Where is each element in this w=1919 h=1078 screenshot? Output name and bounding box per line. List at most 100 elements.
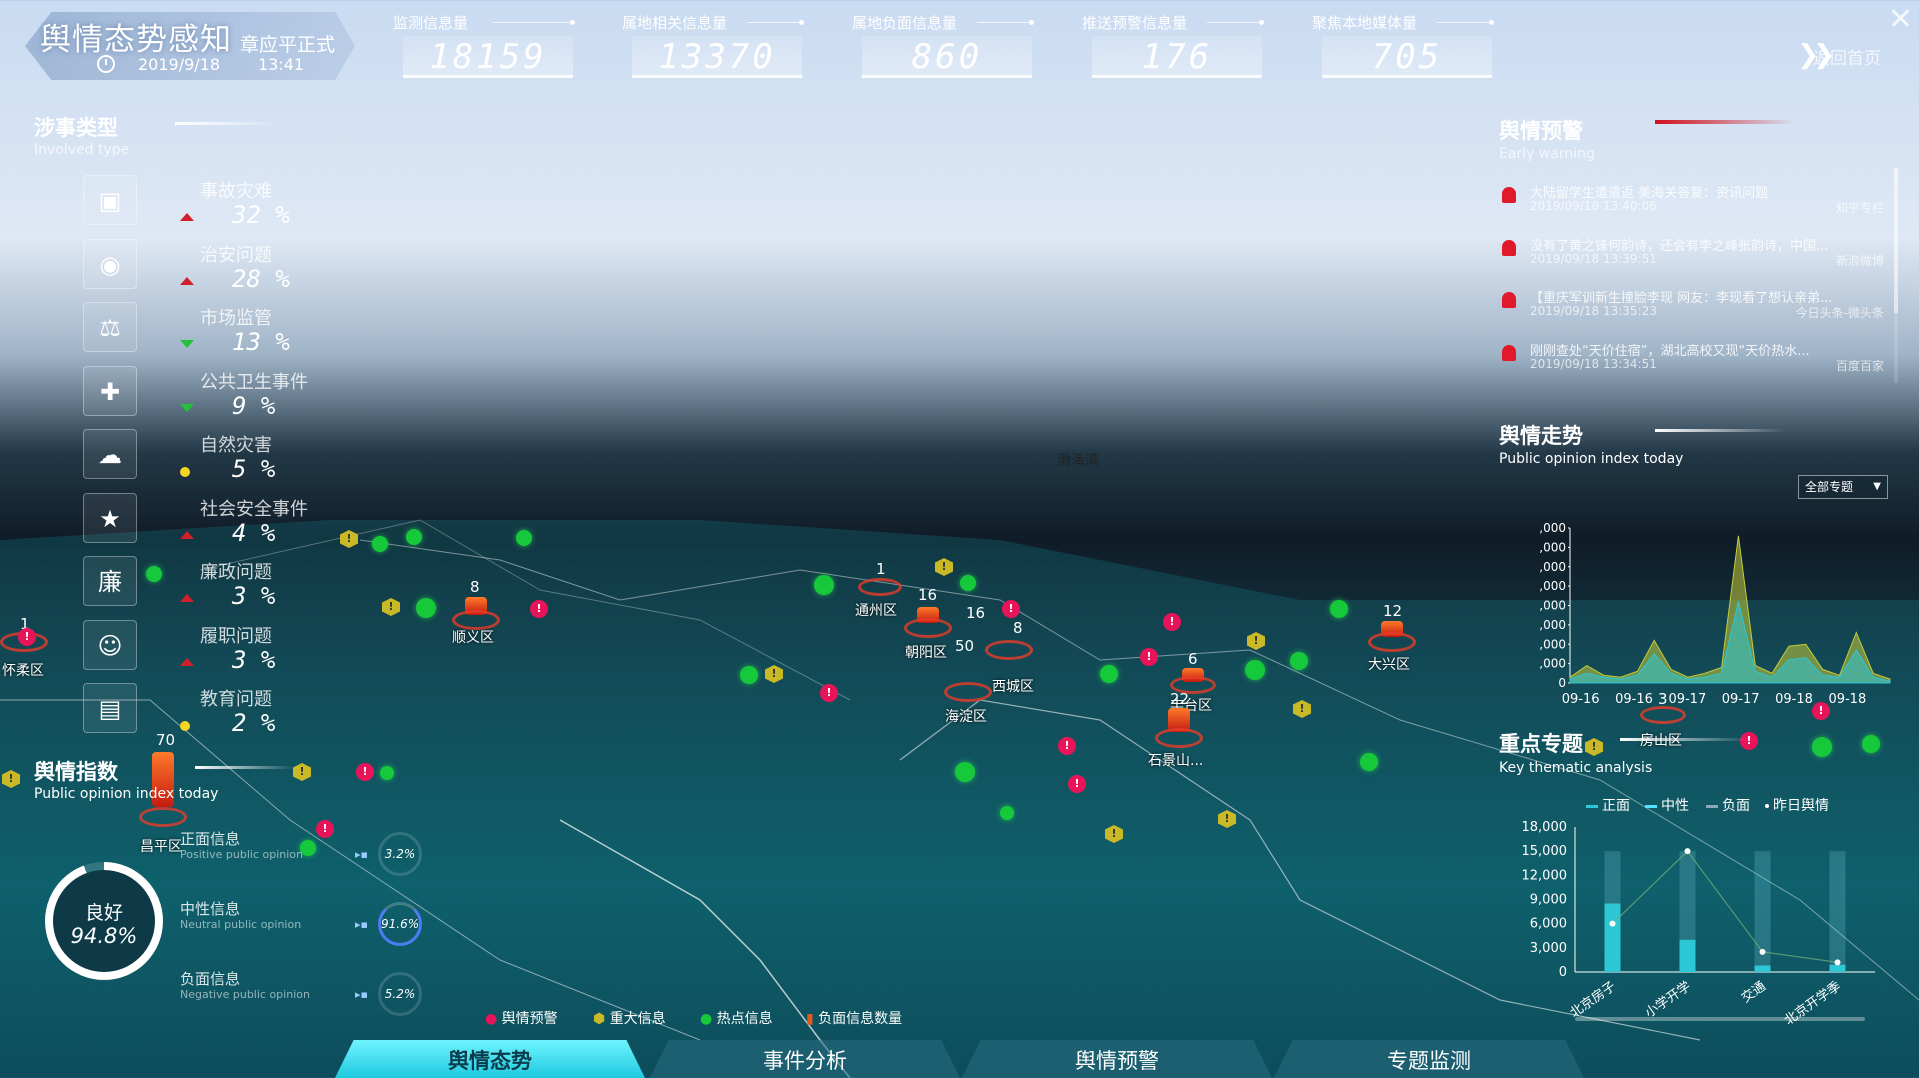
category-label: 小学开学 xyxy=(1642,978,1694,1021)
medical-kit-icon[interactable]: ✚ xyxy=(83,365,137,416)
warning-marker[interactable]: ! xyxy=(1140,648,1158,666)
hot-info-marker[interactable] xyxy=(1000,806,1014,820)
warning-scrollbar[interactable] xyxy=(1894,168,1898,383)
district-count: 22 xyxy=(1170,690,1190,708)
opinion-index-title: 舆情指数 xyxy=(34,760,118,784)
warning-item-source: 百度百家 xyxy=(1835,359,1884,373)
district-label[interactable]: 西城区 xyxy=(992,676,1034,696)
district-label[interactable]: 通州区 xyxy=(855,600,897,620)
storm-cloud-icon[interactable]: ☁ xyxy=(83,429,137,479)
tab-early-warning[interactable]: 舆情预警 xyxy=(962,1040,1272,1078)
y-tick-label: 8,000 xyxy=(1540,521,1566,535)
warning-marker[interactable]: ! xyxy=(356,763,374,781)
district-label[interactable]: 海淀区 xyxy=(945,706,987,726)
y-tick-label: 2,000 xyxy=(1540,637,1566,651)
legend-label: 负面信息数量 xyxy=(818,1011,903,1027)
trend-flat-icon xyxy=(180,467,190,477)
topic-select[interactable]: 全部专题 ▼ xyxy=(1798,475,1888,499)
hot-info-marker[interactable] xyxy=(814,575,834,595)
hot-info-marker[interactable] xyxy=(146,566,162,582)
alarm-bell-icon xyxy=(1502,240,1516,256)
involved-type-name: 市场监管 xyxy=(200,308,272,329)
y-tick-label: 5,000 xyxy=(1540,579,1566,593)
district-count: 12 xyxy=(1383,602,1403,620)
district-ring xyxy=(1155,728,1203,748)
key-topics-title: 重点专题 xyxy=(1499,732,1583,756)
warning-marker[interactable]: ! xyxy=(1058,737,1076,755)
negative-info-sub: Negative public opinion xyxy=(180,988,310,1001)
district-count: 8 xyxy=(470,578,480,596)
hot-info-marker[interactable] xyxy=(1290,652,1308,670)
scale-icon[interactable]: ⚖ xyxy=(83,302,137,352)
hot-info-marker[interactable] xyxy=(955,762,975,782)
title-underline xyxy=(1655,429,1785,432)
district-label[interactable]: 大兴区 xyxy=(1368,654,1410,674)
legend-label: 中性 xyxy=(1661,798,1689,814)
bar-positive xyxy=(1679,939,1696,972)
involved-type-pct: 9 % xyxy=(232,391,276,420)
legend-neutral: 中性 xyxy=(1645,795,1689,815)
trend-chart: 8,000 7,000 6,000 5,000 4,000 3,000 2,000 1,000… xyxy=(1540,521,1891,707)
district-label[interactable]: 怀柔区 xyxy=(2,660,44,680)
district-label[interactable]: 顺义区 xyxy=(452,627,494,647)
hot-info-marker[interactable] xyxy=(1100,665,1118,683)
y-tick-label: 4,000 xyxy=(1540,599,1566,613)
hot-info-marker[interactable] xyxy=(516,530,532,546)
pointer-icon: ▸▪ xyxy=(355,918,368,931)
legend-negative: 负面 xyxy=(1706,795,1750,815)
hot-info-marker[interactable] xyxy=(416,598,436,618)
hot-info-marker[interactable] xyxy=(1330,600,1348,618)
warning-marker[interactable]: ! xyxy=(1068,775,1086,793)
hot-info-marker[interactable] xyxy=(1812,737,1832,757)
involved-type-name: 公共卫生事件 xyxy=(200,371,308,393)
staff-icon[interactable]: ☺ xyxy=(83,619,137,670)
building-icon[interactable]: ▣ xyxy=(83,175,137,225)
district-ring xyxy=(1368,632,1416,652)
hot-info-marker[interactable] xyxy=(372,536,388,552)
title-underline xyxy=(175,122,280,125)
hot-info-marker[interactable] xyxy=(1360,753,1378,771)
integrity-icon[interactable]: 廉 xyxy=(83,556,137,606)
hot-info-marker[interactable] xyxy=(960,575,976,591)
hot-info-marker[interactable] xyxy=(740,666,758,684)
warning-marker[interactable]: ! xyxy=(1740,732,1758,750)
positive-info-label: 正面信息 xyxy=(180,830,241,848)
district-ring xyxy=(904,618,952,638)
legend-major: ⬢ 重大信息 xyxy=(593,1011,666,1027)
involved-type-name: 自然灾害 xyxy=(200,435,272,456)
hot-info-marker[interactable] xyxy=(1245,660,1265,680)
y-tick-label: 3,000 xyxy=(1530,941,1567,956)
police-cap-icon[interactable]: ◉ xyxy=(83,238,137,289)
district-count: 6 xyxy=(1188,650,1198,668)
negative-info-label: 负面信息 xyxy=(180,970,241,988)
shield-star-icon[interactable]: ★ xyxy=(83,492,137,543)
warning-marker[interactable]: ! xyxy=(820,684,838,702)
hot-info-marker[interactable] xyxy=(1862,735,1880,753)
warning-marker[interactable]: ! xyxy=(1002,600,1020,618)
involved-type-pct: 3 % xyxy=(232,582,276,610)
involved-type-name: 事故灾难 xyxy=(200,181,272,202)
tab-situation[interactable]: 舆情态势 xyxy=(335,1040,645,1078)
warning-marker[interactable]: ! xyxy=(18,628,36,646)
y-tick-label: 3,000 xyxy=(1540,618,1566,632)
warning-item-time: 2019/09/18 13:39:51 xyxy=(1530,252,1657,266)
title-underline xyxy=(195,766,295,769)
warning-marker[interactable]: ! xyxy=(316,820,334,838)
tab-event-analysis[interactable]: 事件分析 xyxy=(650,1040,960,1078)
hot-info-marker[interactable] xyxy=(406,529,422,545)
legend-warning: ● 舆情预警 xyxy=(485,1011,558,1027)
book-icon[interactable]: ▤ xyxy=(83,683,137,733)
legend-label: 正面 xyxy=(1602,798,1630,814)
involved-type-name: 履职问题 xyxy=(200,625,272,647)
district-label[interactable]: 昌平区 xyxy=(140,836,182,856)
legend-hot: ● 热点信息 xyxy=(700,1011,773,1027)
warning-marker[interactable]: ! xyxy=(1163,613,1181,631)
district-label[interactable]: 石景山... xyxy=(1148,750,1203,770)
tab-topic-monitoring[interactable]: 专题监测 xyxy=(1274,1040,1584,1078)
district-count: 70 xyxy=(156,731,176,749)
hot-info-marker[interactable] xyxy=(380,766,394,780)
district-label[interactable]: 朝阳区 xyxy=(905,642,947,662)
alarm-bell-icon xyxy=(1502,345,1516,361)
early-warning-title: 舆情预警 xyxy=(1499,119,1583,143)
warning-marker[interactable]: ! xyxy=(530,600,548,618)
